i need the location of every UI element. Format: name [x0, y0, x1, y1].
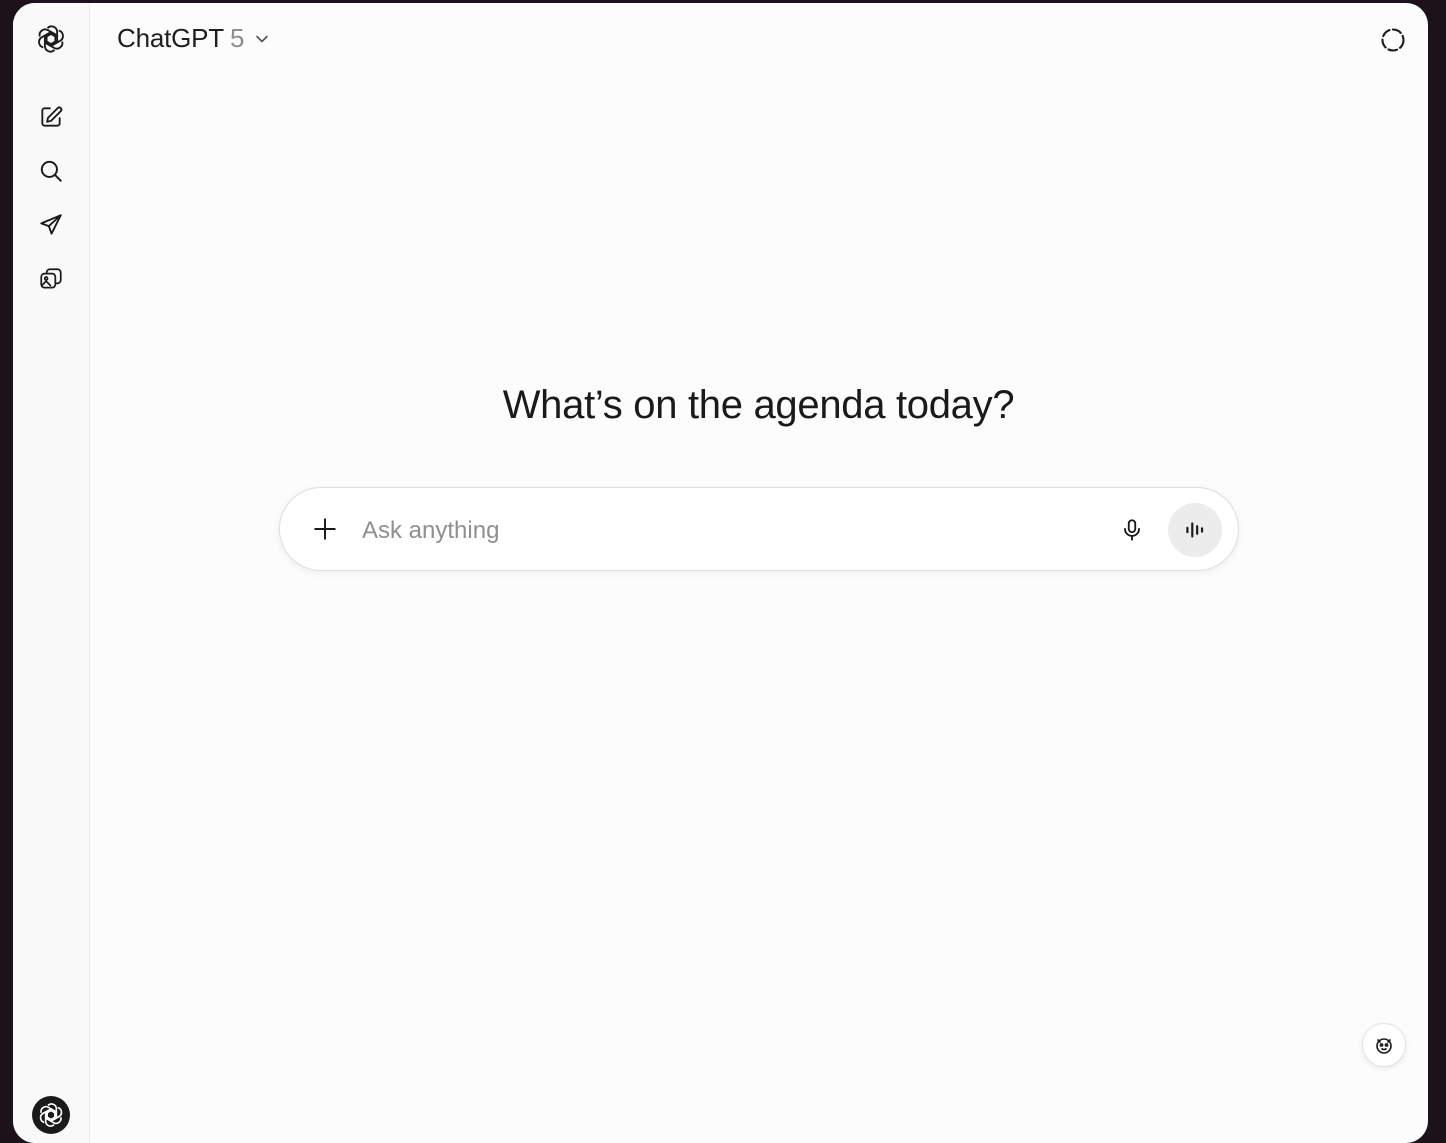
add-attachment-button[interactable] — [304, 508, 346, 550]
chevron-down-icon — [256, 35, 269, 42]
library-button[interactable] — [32, 260, 70, 298]
voice-mode-button[interactable] — [1168, 503, 1222, 557]
openai-logo-icon[interactable] — [32, 20, 70, 58]
model-selector[interactable]: ChatGPT 5 — [117, 23, 272, 54]
dictate-button[interactable] — [1112, 510, 1152, 550]
audio-waveform-icon — [1186, 522, 1204, 538]
greeting-heading: What’s on the agenda today? — [502, 383, 1015, 427]
search-icon — [40, 160, 62, 182]
help-button[interactable] — [1362, 1023, 1406, 1067]
search-button[interactable] — [32, 152, 70, 190]
mascot-face-icon — [1376, 1038, 1392, 1054]
microphone-icon — [1124, 519, 1140, 541]
send-button[interactable] — [32, 206, 70, 244]
composer — [279, 487, 1239, 571]
app-window: ChatGPT 5 What’s on the agenda today? — [13, 3, 1428, 1143]
plus-icon — [314, 518, 336, 540]
avatar[interactable] — [32, 1096, 70, 1134]
temporary-chat-button[interactable] — [1376, 23, 1410, 57]
images-icon — [40, 268, 62, 289]
sidebar — [13, 3, 90, 1143]
compose-icon — [41, 106, 63, 127]
paper-plane-icon — [40, 214, 62, 235]
new-chat-button[interactable] — [32, 98, 70, 136]
dashed-circle-icon — [1381, 28, 1405, 52]
model-name: ChatGPT — [117, 23, 224, 53]
prompt-input[interactable] — [360, 510, 1104, 552]
model-version: 5 — [229, 23, 245, 53]
